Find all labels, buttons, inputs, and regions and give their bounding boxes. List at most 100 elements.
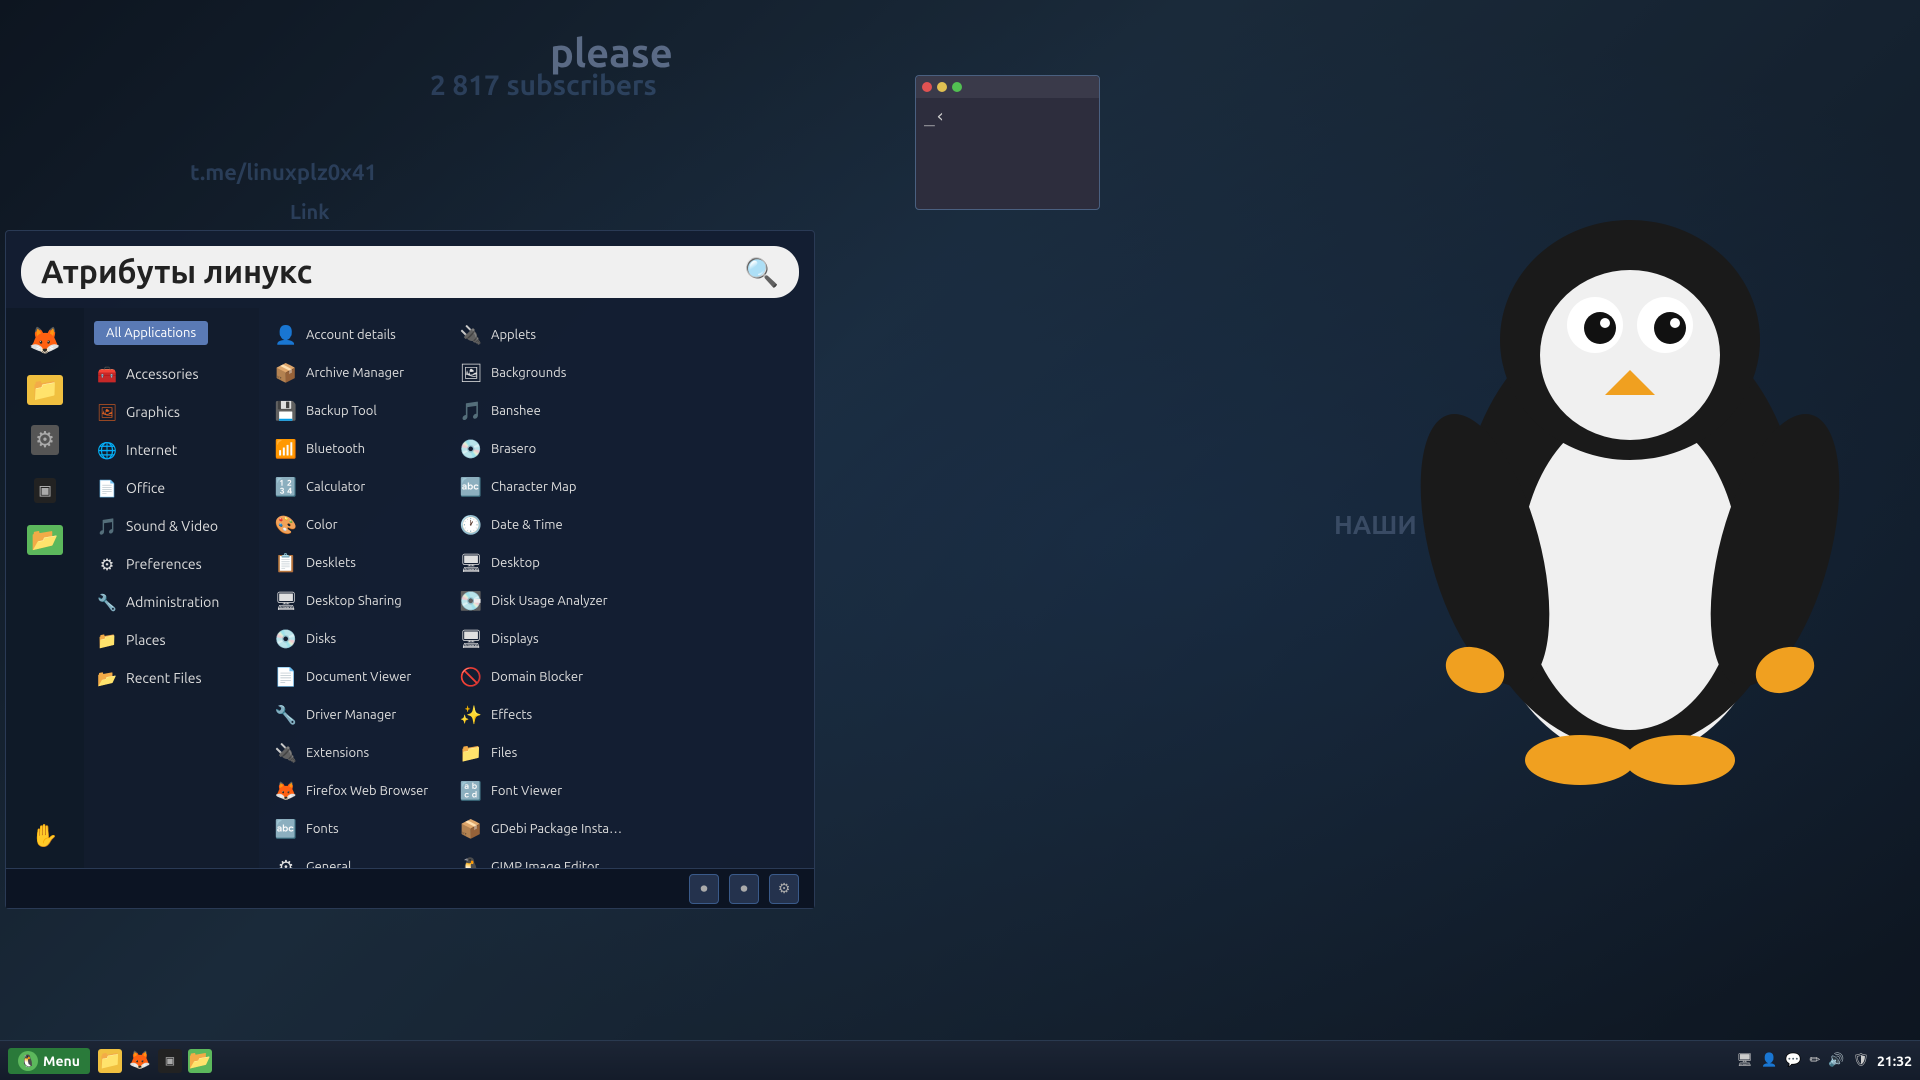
app-item-disk-usage-analyzer[interactable]: 💽Disk Usage Analyzer (449, 582, 634, 620)
app-item-color[interactable]: 🎨Color (264, 506, 449, 544)
all-apps-button[interactable]: All Applications (94, 321, 208, 345)
terminal-titlebar (916, 76, 1099, 98)
sidebar-icon-folder[interactable]: 📁 (21, 366, 69, 414)
app-item-account-details[interactable]: 👤Account details (264, 316, 449, 354)
taskbar-edit-icon: ✏ (1809, 1053, 1820, 1068)
app-label-general: General (306, 860, 351, 868)
category-recent-files[interactable]: 📂 Recent Files (84, 659, 259, 697)
app-label-domain-blocker: Domain Blocker (491, 670, 583, 684)
taskbar-shield-icon: 🛡 (1852, 1053, 1869, 1068)
taskbar-chat-icon: 💬 (1785, 1053, 1801, 1068)
app-item-firefox-web-browser[interactable]: 🦊Firefox Web Browser (264, 772, 449, 810)
bg-text-please: please (550, 30, 673, 75)
app-item-fonts[interactable]: 🔤Fonts (264, 810, 449, 848)
app-icon-driver-manager: 🔧 (274, 703, 298, 727)
apps-grid: 👤Account details🔌Applets📦Archive Manager… (259, 308, 814, 868)
bg-text-link2: Link (290, 200, 329, 223)
app-item-desklets[interactable]: 📋Desklets (264, 544, 449, 582)
menu-bottom-btn-1[interactable]: ⏺ (689, 874, 719, 904)
sidebar-icon-settings[interactable]: ⚙ (21, 416, 69, 464)
menu-sidebar: 🦊 📁 ⚙ ▣ 📂 ✋ (6, 308, 84, 868)
app-item-displays[interactable]: 🖥Displays (449, 620, 634, 658)
category-internet[interactable]: 🌐 Internet (84, 431, 259, 469)
app-item-brasero[interactable]: 💿Brasero (449, 430, 634, 468)
app-label-firefox-web-browser: Firefox Web Browser (306, 784, 428, 798)
taskbar-menu-icon: 🐧 (18, 1051, 38, 1071)
app-item-applets[interactable]: 🔌Applets (449, 316, 634, 354)
app-item-desktop[interactable]: 🖥Desktop (449, 544, 634, 582)
app-label-applets: Applets (491, 328, 536, 342)
category-graphics[interactable]: 🖼 Graphics (84, 393, 259, 431)
menu-bottom-btn-2[interactable]: ⏺ (729, 874, 759, 904)
app-label-driver-manager: Driver Manager (306, 708, 396, 722)
app-item-date-&-time[interactable]: 🕐Date & Time (449, 506, 634, 544)
app-item-gdebi-package-installer[interactable]: 📦GDebi Package Installer (449, 810, 634, 848)
bg-text-subscribers: 2 817 subscribers (430, 70, 657, 101)
app-icon-gimp-image-editor: 🐧 (459, 855, 483, 868)
terminal-content: _‹ (924, 106, 946, 127)
sidebar-icon-hand[interactable]: ✋ (21, 812, 69, 860)
taskbar-menu-label: Menu (43, 1053, 80, 1069)
search-input[interactable] (41, 254, 744, 290)
app-item-calculator[interactable]: 🔢Calculator (264, 468, 449, 506)
category-sound-video-icon: 🎵 (96, 515, 118, 537)
app-icon-extensions: 🔌 (274, 741, 298, 765)
taskbar-right-area: 🖥 👤 💬 ✏ 🔊 🛡 21:32 (1736, 1053, 1912, 1069)
app-item-archive-manager[interactable]: 📦Archive Manager (264, 354, 449, 392)
terminal-close-btn[interactable] (922, 82, 932, 92)
category-places-label: Places (126, 632, 166, 648)
search-button[interactable]: 🔍 (744, 256, 779, 289)
app-item-effects[interactable]: ✨Effects (449, 696, 634, 734)
app-item-backgrounds[interactable]: 🖼Backgrounds (449, 354, 634, 392)
app-icon-domain-blocker: 🚫 (459, 665, 483, 689)
taskbar-icon-terminal[interactable]: ▣ (158, 1049, 182, 1073)
taskbar-volume-icon: 🔊 (1828, 1053, 1844, 1068)
category-accessories[interactable]: 🧰 Accessories (84, 355, 259, 393)
search-bar: 🔍 (21, 246, 799, 298)
category-office[interactable]: 📄 Office (84, 469, 259, 507)
app-icon-archive-manager: 📦 (274, 361, 298, 385)
category-preferences[interactable]: ⚙ Preferences (84, 545, 259, 583)
app-icon-desklets: 📋 (274, 551, 298, 575)
taskbar-icon-folder[interactable]: 📁 (98, 1049, 122, 1073)
app-item-gimp-image-editor[interactable]: 🐧GIMP Image Editor (449, 848, 634, 868)
app-item-backup-tool[interactable]: 💾Backup Tool (264, 392, 449, 430)
app-item-extensions[interactable]: 🔌 Extensions (264, 734, 449, 772)
app-item-bluetooth[interactable]: 📶Bluetooth (264, 430, 449, 468)
sidebar-icon-firefox[interactable]: 🦊 (21, 316, 69, 364)
app-item-character-map[interactable]: 🔤Character Map (449, 468, 634, 506)
app-item-desktop-sharing[interactable]: 🖥Desktop Sharing (264, 582, 449, 620)
bg-text-link1: t.me/linuxplz0x41 (190, 160, 377, 185)
category-administration[interactable]: 🔧 Administration (84, 583, 259, 621)
terminal-minimize-btn[interactable] (937, 82, 947, 92)
app-item-banshee[interactable]: 🎵Banshee (449, 392, 634, 430)
taskbar-menu-button[interactable]: 🐧 Menu (8, 1048, 90, 1074)
category-internet-label: Internet (126, 442, 177, 458)
category-recent-files-label: Recent Files (126, 670, 202, 686)
sidebar-icon-folder2[interactable]: 📂 (21, 516, 69, 564)
taskbar-icon-firefox[interactable]: 🦊 (128, 1049, 152, 1073)
app-label-extensions: Extensions (306, 746, 369, 760)
sidebar-icon-terminal[interactable]: ▣ (21, 466, 69, 514)
app-item-driver-manager[interactable]: 🔧 Driver Manager (264, 696, 449, 734)
menu-bottom-btn-3[interactable]: ⚙ (769, 874, 799, 904)
app-label-backgrounds: Backgrounds (491, 366, 566, 380)
app-item-font-viewer[interactable]: 🔡Font Viewer (449, 772, 634, 810)
terminal-maximize-btn[interactable] (952, 82, 962, 92)
app-label-disks: Disks (306, 632, 336, 646)
app-item-files[interactable]: 📁Files (449, 734, 634, 772)
taskbar-icon-folder2[interactable]: 📂 (188, 1049, 212, 1073)
taskbar-app-icons: 📁 🦊 ▣ 📂 (98, 1049, 212, 1073)
category-places[interactable]: 📁 Places (84, 621, 259, 659)
app-icon-gdebi-package-installer: 📦 (459, 817, 483, 841)
app-item-document-viewer[interactable]: 📄Document Viewer (264, 658, 449, 696)
category-sound-video[interactable]: 🎵 Sound & Video (84, 507, 259, 545)
app-icon-displays: 🖥 (459, 627, 483, 651)
tux-penguin (1420, 180, 1840, 830)
app-icon-calculator: 🔢 (274, 475, 298, 499)
taskbar-network-icon: 🖥 (1736, 1053, 1753, 1068)
app-item-domain-blocker[interactable]: 🚫 Domain Blocker (449, 658, 634, 696)
app-item-general[interactable]: ⚙General (264, 848, 449, 868)
app-item-disks[interactable]: 💿Disks (264, 620, 449, 658)
app-label-effects: Effects (491, 708, 532, 722)
